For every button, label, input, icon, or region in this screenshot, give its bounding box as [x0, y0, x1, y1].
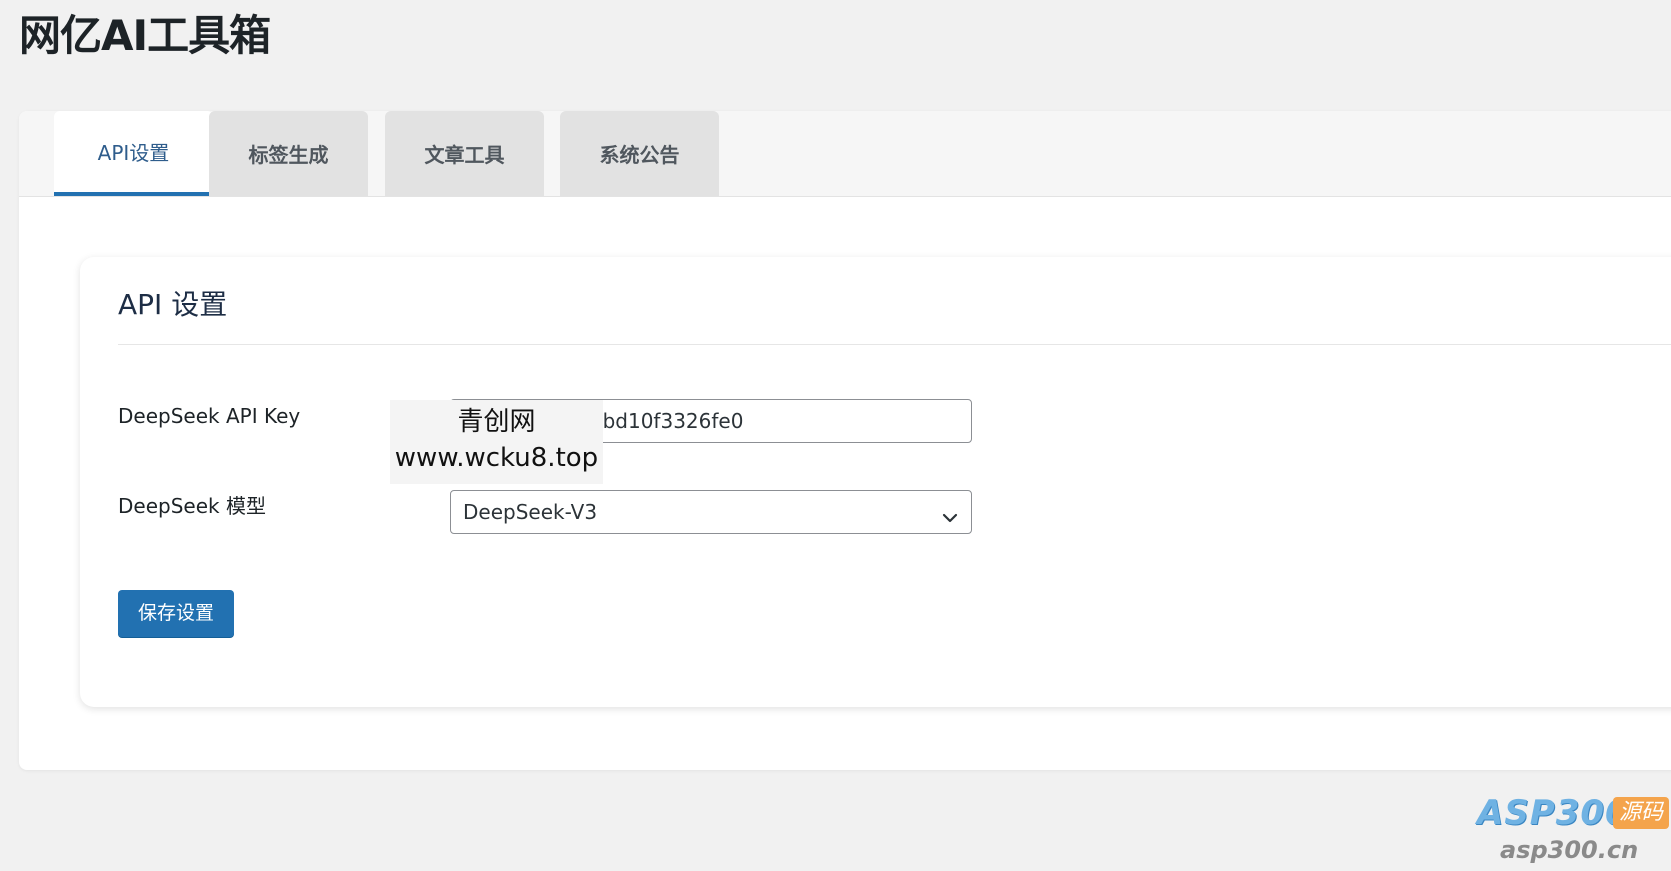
watermark-url: www.wcku8.top — [394, 443, 599, 473]
card-title: API 设置 — [118, 288, 228, 321]
card-divider — [118, 344, 1671, 345]
api-settings-card: API 设置 DeepSeek API Key 04aa68562bd10f33… — [80, 257, 1671, 707]
model-select[interactable]: DeepSeek-V3 — [450, 490, 972, 534]
chevron-down-icon — [939, 501, 961, 523]
tab-tag-generation[interactable]: 标签生成 — [209, 111, 368, 196]
page-title: 网亿AI工具箱 — [19, 11, 271, 60]
tab-article-tools[interactable]: 文章工具 — [385, 111, 544, 196]
watermark-overlay: 青创网 www.wcku8.top — [390, 400, 603, 484]
model-label: DeepSeek 模型 — [118, 494, 266, 518]
logo-brand: ASP300 — [1477, 793, 1630, 833]
tab-bar: API设置 标签生成 文章工具 系统公告 — [19, 111, 1671, 197]
logo-domain: asp300.cn — [1500, 836, 1639, 864]
asp300-logo: ASP300 源码 asp300.cn — [1473, 793, 1669, 871]
api-key-label: DeepSeek API Key — [118, 404, 301, 428]
logo-badge: 源码 — [1613, 797, 1669, 829]
tab-system-notice[interactable]: 系统公告 — [560, 111, 719, 196]
model-select-value: DeepSeek-V3 — [463, 500, 598, 524]
settings-container: API设置 标签生成 文章工具 系统公告 API 设置 DeepSeek API… — [19, 111, 1671, 770]
tab-api-settings[interactable]: API设置 — [54, 111, 213, 196]
save-settings-button[interactable]: 保存设置 — [118, 590, 234, 637]
watermark-site-name: 青创网 — [457, 407, 536, 437]
